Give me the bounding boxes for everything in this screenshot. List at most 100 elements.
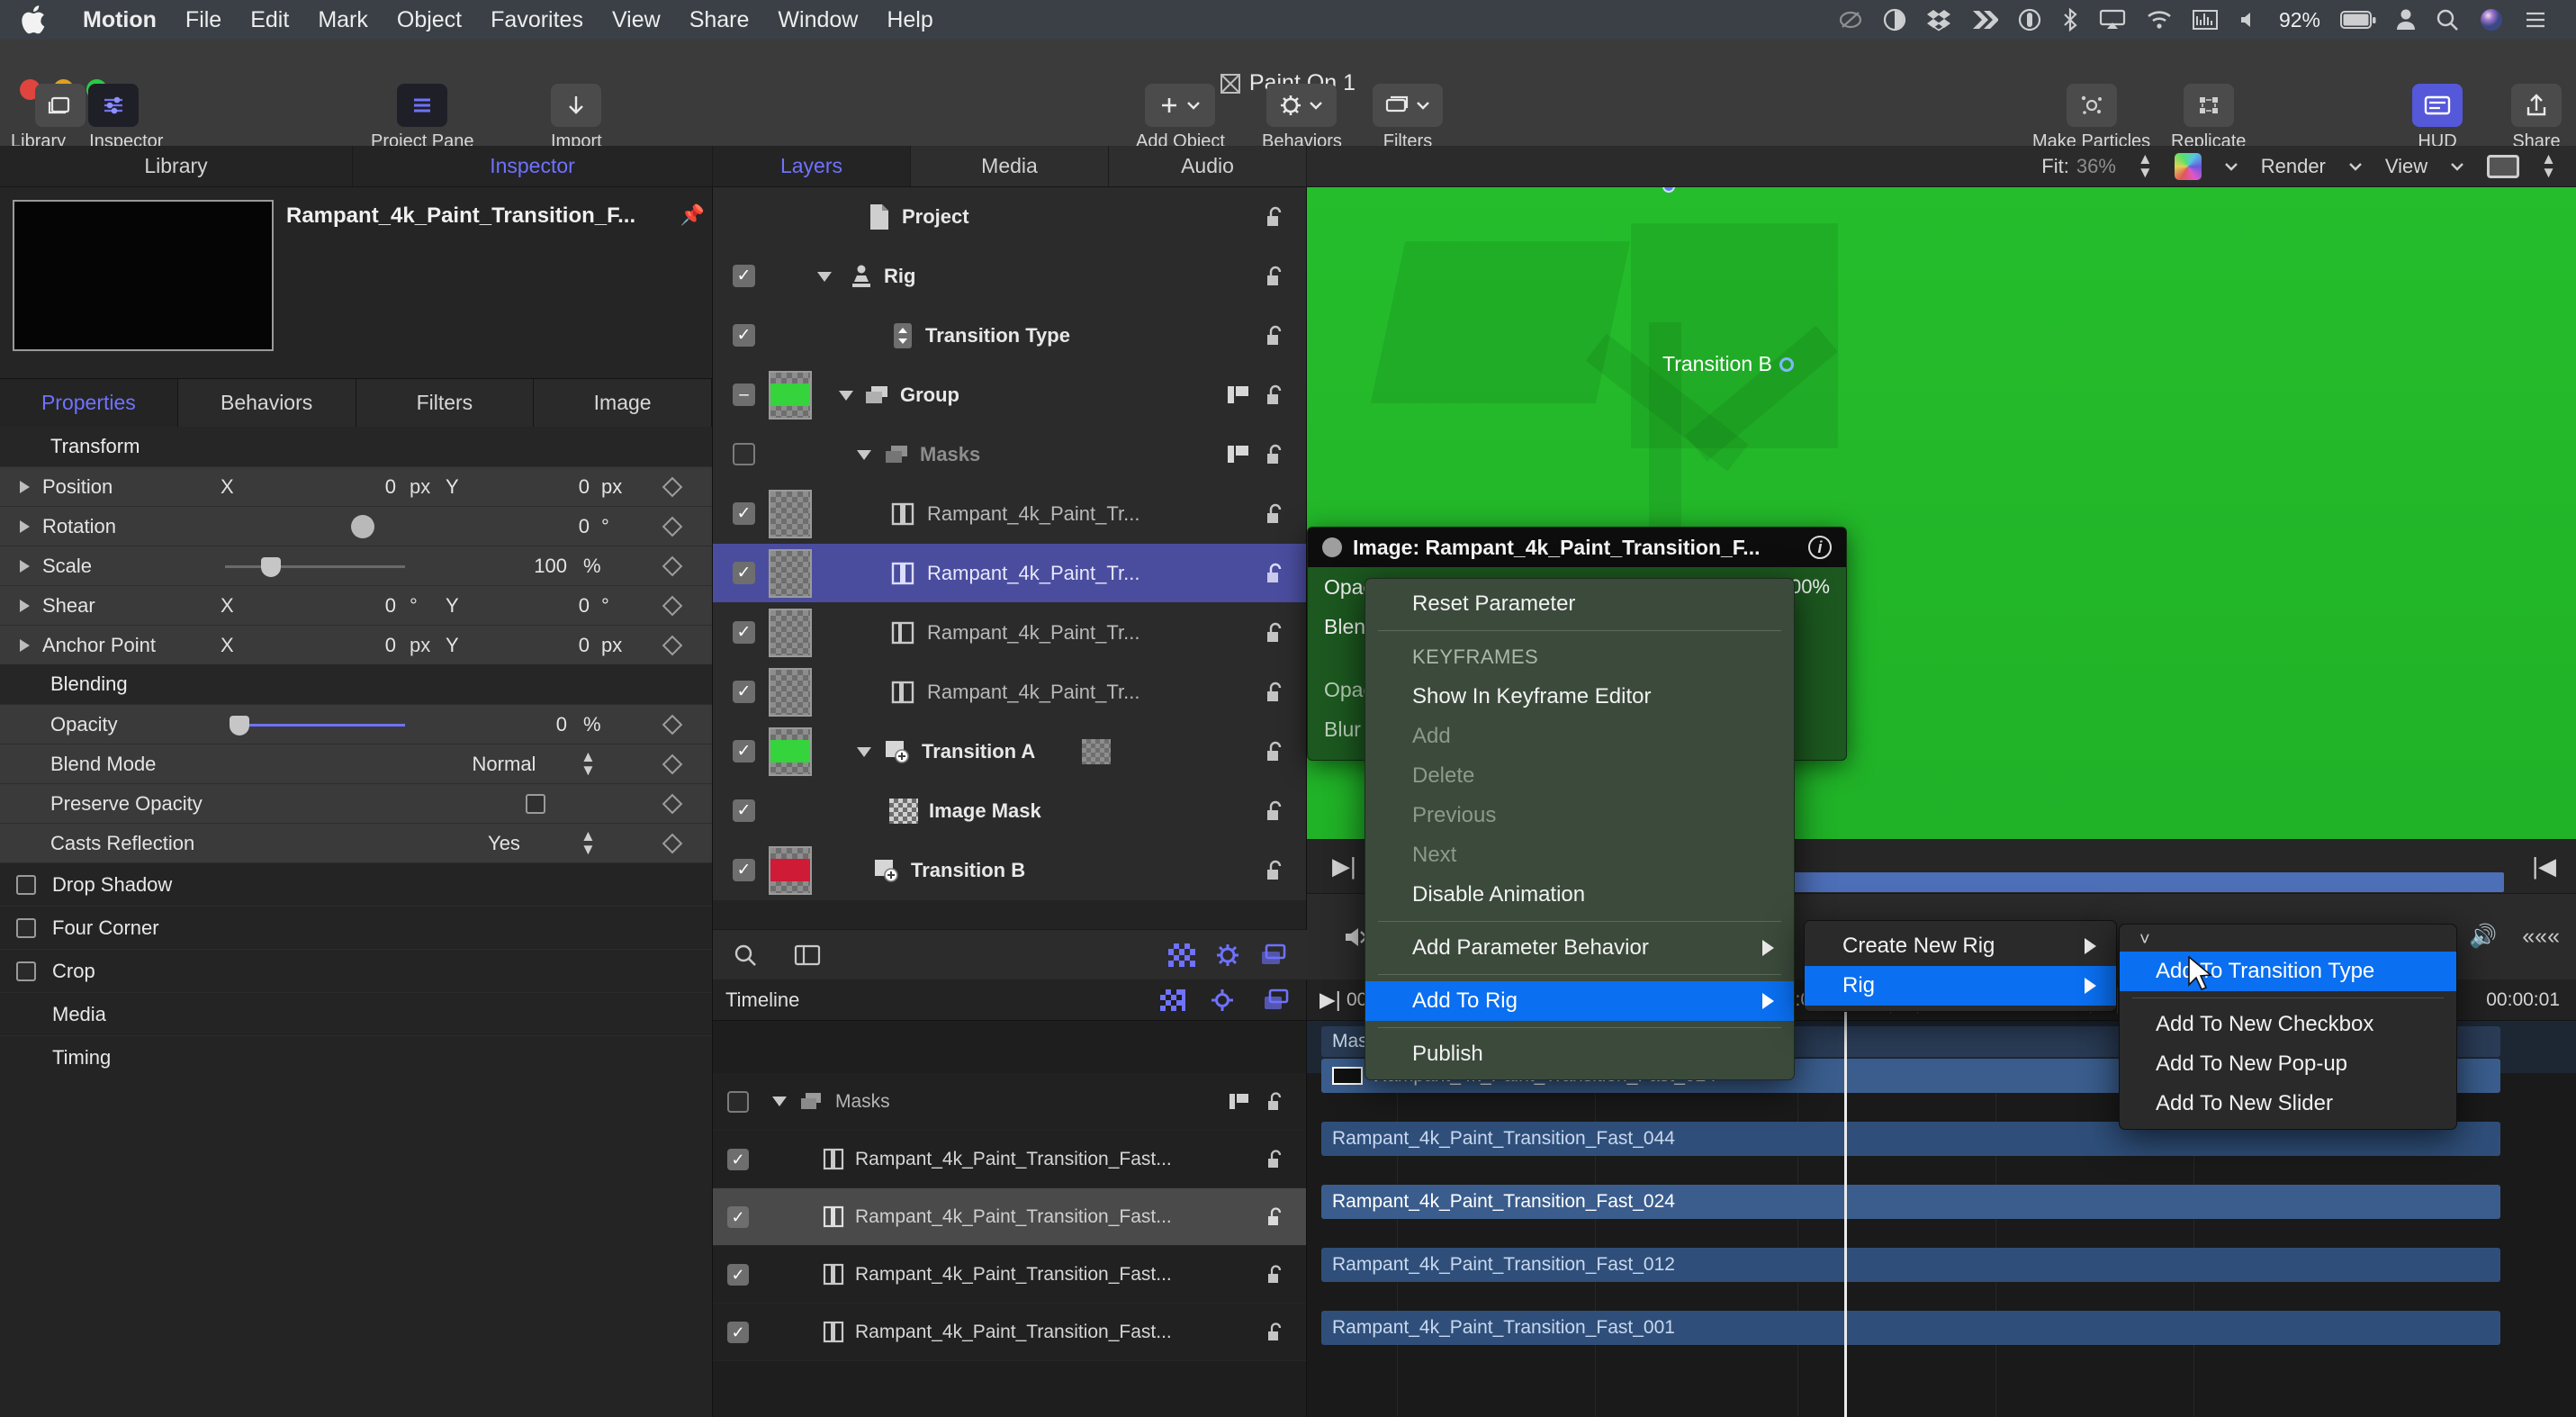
menu-item-show-in-keyframe-editor[interactable]: Show In Keyframe Editor xyxy=(1365,677,1794,717)
do-not-disturb-icon[interactable] xyxy=(1883,8,1906,32)
disclosure-triangle-icon[interactable] xyxy=(857,450,871,460)
render-chevron-down-icon[interactable] xyxy=(2347,161,2364,172)
casts-reflection-value[interactable]: Yes xyxy=(432,832,576,855)
user-icon[interactable] xyxy=(2396,8,2416,32)
unlocked-icon[interactable] xyxy=(1266,1091,1286,1113)
keyframe-diamond-icon[interactable] xyxy=(662,516,683,537)
toolbar-group-add-object[interactable]: Add Object xyxy=(1136,84,1225,152)
tab-library[interactable]: Library xyxy=(0,146,353,186)
ruler-in-point-icon[interactable]: ▶| xyxy=(1320,988,1341,1012)
unlocked-icon[interactable] xyxy=(1265,799,1286,823)
fastscripts-icon[interactable] xyxy=(1971,8,1998,32)
toolbar-group-import[interactable]: Import xyxy=(551,84,602,152)
unlocked-icon[interactable] xyxy=(1265,859,1286,882)
layer-enable-checkbox[interactable]: ✓ xyxy=(733,265,755,287)
scale-slider-track[interactable] xyxy=(225,565,405,568)
menu-item-favorites[interactable]: Favorites xyxy=(476,7,598,33)
menu-item-file[interactable]: File xyxy=(171,7,236,33)
inspector-tab-filters[interactable]: Filters xyxy=(356,379,535,427)
layer-enable-checkbox[interactable]: ✓ xyxy=(733,324,755,347)
rotation-dial[interactable] xyxy=(351,515,374,538)
add-object-button[interactable] xyxy=(1145,84,1216,127)
scale-slider-thumb[interactable] xyxy=(261,557,281,577)
wifi-icon[interactable] xyxy=(2146,8,2173,32)
tab-inspector[interactable]: Inspector xyxy=(353,146,713,186)
property-row-preserve-opacity[interactable]: Preserve Opacity xyxy=(0,783,712,823)
shear-value-y[interactable]: 0 xyxy=(491,594,590,618)
disclosure-triangle-icon[interactable] xyxy=(20,480,30,493)
layer-enable-checkbox[interactable] xyxy=(733,443,755,465)
disclosure-triangle-icon[interactable] xyxy=(857,747,871,757)
airplay-mirror-icon[interactable] xyxy=(1838,8,1863,32)
four-corner-checkbox[interactable] xyxy=(16,917,36,938)
property-row-position[interactable]: Position X 0 px Y 0 px xyxy=(0,466,712,506)
unlocked-icon[interactable] xyxy=(1265,740,1286,763)
crop-checkbox[interactable] xyxy=(16,961,36,981)
tab-media[interactable]: Media xyxy=(911,146,1109,186)
disclosure-triangle-icon[interactable] xyxy=(839,391,853,401)
scroll-up-chevron-icon[interactable]: ˅ xyxy=(2139,930,2150,951)
timeline-clip-3[interactable]: Rampant_4k_Paint_Transition_Fast_012 xyxy=(1321,1248,2500,1282)
layer-row-project[interactable]: Project xyxy=(713,187,1306,247)
unlocked-icon[interactable] xyxy=(1266,1206,1286,1228)
layer-row-image-4[interactable]: ✓ Rampant_4k_Paint_Tr... xyxy=(713,663,1306,722)
menu-item-add-to-new-slider[interactable]: Add To New Slider xyxy=(2120,1084,2456,1124)
menu-item-add-to-new-checkbox[interactable]: Add To New Checkbox xyxy=(2120,1005,2456,1044)
audio-level-icon[interactable]: 🔊 xyxy=(2469,924,2497,950)
collapsed-group-media[interactable]: Media xyxy=(0,992,712,1035)
collapsed-group-crop[interactable]: Crop xyxy=(0,949,712,992)
layer-row-image-2[interactable]: ✓ Rampant_4k_Paint_Tr... xyxy=(713,544,1306,603)
menu-item-reset-parameter[interactable]: Reset Parameter xyxy=(1365,584,1794,624)
new-group-icon[interactable] xyxy=(794,943,821,967)
search-icon[interactable] xyxy=(2436,8,2459,32)
behaviors-gear-icon[interactable] xyxy=(1215,943,1240,968)
collapsed-group-timing[interactable]: Timing xyxy=(0,1035,712,1079)
scale-value[interactable]: 100 xyxy=(450,555,567,578)
color-channel-swatch[interactable] xyxy=(2174,152,2202,180)
filters-stack-icon[interactable] xyxy=(1260,943,1287,967)
timeline-row-clip-4[interactable]: ✓ Rampant_4k_Paint_Transition_Fast... xyxy=(713,1304,1306,1361)
anchor-value-x[interactable]: 0 xyxy=(270,634,396,657)
menu-item-view[interactable]: View xyxy=(598,7,675,33)
anchor-value-y[interactable]: 0 xyxy=(491,634,590,657)
project-pane-button[interactable] xyxy=(397,84,448,127)
menu-item-share[interactable]: Share xyxy=(675,7,764,33)
behaviors-button[interactable] xyxy=(1266,84,1338,127)
layer-row-masks[interactable]: Masks xyxy=(713,425,1306,484)
drop-shadow-checkbox[interactable] xyxy=(16,874,36,895)
position-value-x[interactable]: 0 xyxy=(270,475,396,499)
menu-item-add-to-transition-type[interactable]: Add To Transition Type xyxy=(2120,952,2456,991)
layout-preview-icon[interactable] xyxy=(2487,154,2520,178)
keyframe-diamond-icon[interactable] xyxy=(662,714,683,735)
layer-enable-checkbox[interactable]: ✓ xyxy=(733,799,755,822)
timeline-row-clip-2[interactable]: ✓ Rampant_4k_Paint_Transition_Fast... xyxy=(713,1188,1306,1246)
share-button[interactable] xyxy=(2511,84,2562,127)
unlocked-icon[interactable] xyxy=(1265,621,1286,645)
keyframe-diamond-icon[interactable] xyxy=(662,833,683,853)
tab-layers[interactable]: Layers xyxy=(713,146,911,186)
mask-chip-icon[interactable] xyxy=(1082,738,1111,764)
timeline-enable-checkbox[interactable]: ✓ xyxy=(727,1263,749,1286)
shear-value-x[interactable]: 0 xyxy=(270,594,396,618)
menu-item-object[interactable]: Object xyxy=(383,7,476,33)
layer-enable-checkbox[interactable]: – xyxy=(733,384,755,406)
unlocked-icon[interactable] xyxy=(1265,384,1286,407)
unlocked-icon[interactable] xyxy=(1265,265,1286,288)
menu-item-add-to-new-popup[interactable]: Add To New Pop-up xyxy=(2120,1044,2456,1084)
pin-icon[interactable]: 📌 xyxy=(680,203,705,227)
keyframe-diamond-icon[interactable] xyxy=(662,793,683,814)
unlocked-icon[interactable] xyxy=(1266,1322,1286,1343)
menu-item-help[interactable]: Help xyxy=(872,7,947,33)
blend-mode-value[interactable]: Normal xyxy=(432,753,576,776)
timeline-row-clip-1[interactable]: ✓ Rampant_4k_Paint_Transition_Fast... xyxy=(713,1131,1306,1188)
layer-enable-checkbox[interactable]: ✓ xyxy=(733,681,755,703)
battery-icon[interactable] xyxy=(2340,10,2376,30)
mini-timeline-out-icon[interactable]: |◀ xyxy=(2532,853,2556,880)
hud-dot-icon[interactable] xyxy=(1322,537,1342,557)
layer-row-transition-a[interactable]: ✓ Transition A xyxy=(713,722,1306,781)
disclosure-triangle-icon[interactable] xyxy=(772,1097,787,1106)
filters-button[interactable] xyxy=(1373,84,1443,127)
timeline-enable-checkbox[interactable] xyxy=(727,1090,749,1113)
timeline-row-clip-3[interactable]: ✓ Rampant_4k_Paint_Transition_Fast... xyxy=(713,1246,1306,1304)
import-button[interactable] xyxy=(551,84,602,127)
